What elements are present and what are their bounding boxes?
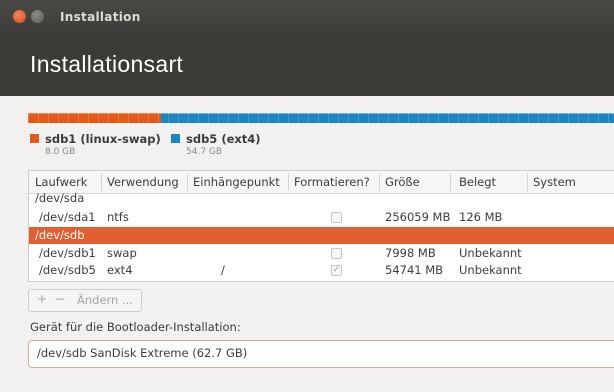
cell-use: ntfs bbox=[107, 210, 129, 224]
cell-device: /dev/sdb bbox=[35, 228, 85, 242]
table-row-selected[interactable]: /dev/sdb bbox=[29, 227, 614, 244]
column-divider bbox=[379, 173, 380, 191]
cell-used: 126 MB bbox=[459, 210, 503, 224]
column-header-einhaengepunkt[interactable]: Einhängepunkt bbox=[193, 175, 280, 189]
column-divider bbox=[288, 173, 289, 191]
column-header-formatieren[interactable]: Formatieren? bbox=[294, 175, 370, 189]
main-content: sdb1 (linux-swap) 8.0 GB sdb5 (ext4) 54.… bbox=[0, 96, 614, 392]
format-checkbox[interactable] bbox=[331, 212, 342, 223]
column-divider bbox=[450, 173, 451, 191]
column-header-groesse[interactable]: Größe bbox=[385, 175, 420, 189]
legend-size: 54.7 GB bbox=[186, 147, 223, 157]
column-header-verwendung[interactable]: Verwendung bbox=[107, 175, 179, 189]
column-divider bbox=[101, 173, 102, 191]
remove-partition-button[interactable]: − bbox=[55, 292, 65, 306]
cell-device: /dev/sdb5 bbox=[39, 263, 96, 277]
cell-use: ext4 bbox=[107, 263, 133, 277]
cell-device: /dev/sdb1 bbox=[39, 246, 96, 260]
partition-toolbar: + − Ändern ... bbox=[28, 289, 142, 312]
column-divider bbox=[187, 173, 188, 191]
cell-device: /dev/sda1 bbox=[39, 210, 96, 224]
bootloader-label: Gerät für die Bootloader-Installation: bbox=[30, 320, 241, 334]
partition-table[interactable]: Laufwerk Verwendung Einhängepunkt Format… bbox=[28, 170, 614, 282]
cell-size: 7998 MB bbox=[385, 246, 436, 260]
table-row[interactable]: /dev/sda1 ntfs 256059 MB 126 MB bbox=[29, 209, 614, 226]
partition-usage-bar bbox=[28, 113, 614, 123]
legend-name: sdb5 (ext4) bbox=[186, 132, 261, 146]
format-checkbox[interactable] bbox=[331, 248, 342, 259]
ext4-color-swatch bbox=[171, 134, 180, 143]
column-header-laufwerk[interactable]: Laufwerk bbox=[35, 175, 87, 189]
partition-bar-ext4-segment bbox=[161, 113, 614, 123]
cell-use: swap bbox=[107, 246, 137, 260]
title-bar: Installation bbox=[0, 0, 614, 38]
page-title: Installationsart bbox=[30, 51, 184, 77]
column-header-system[interactable]: System bbox=[533, 175, 576, 189]
cell-size: 256059 MB bbox=[385, 210, 451, 224]
bootloader-device-select[interactable]: /dev/sdb SanDisk Extreme (62.7 GB) bbox=[28, 340, 614, 368]
cell-mount: / bbox=[221, 263, 225, 277]
swap-color-swatch bbox=[30, 134, 39, 143]
table-row[interactable]: /dev/sdb5 ext4 / ✓ 54741 MB Unbekannt bbox=[29, 262, 614, 279]
partition-bar-swap-segment bbox=[28, 113, 161, 123]
cell-used: Unbekannt bbox=[459, 263, 522, 277]
add-partition-button[interactable]: + bbox=[37, 292, 47, 306]
minimize-window-button[interactable] bbox=[31, 10, 44, 23]
legend-size: 8.0 GB bbox=[45, 147, 76, 157]
cell-size: 54741 MB bbox=[385, 263, 444, 277]
window-title: Installation bbox=[60, 10, 141, 24]
bootloader-device-value: /dev/sdb SanDisk Extreme (62.7 GB) bbox=[37, 346, 248, 360]
close-window-button[interactable] bbox=[13, 10, 26, 23]
page-header: Installationsart bbox=[0, 38, 614, 96]
table-row[interactable]: /dev/sda bbox=[29, 191, 614, 208]
column-divider bbox=[527, 173, 528, 191]
cell-device: /dev/sda bbox=[35, 191, 85, 205]
cell-used: Unbekannt bbox=[459, 246, 522, 260]
table-row[interactable]: /dev/sdb1 swap 7998 MB Unbekannt bbox=[29, 245, 614, 262]
format-checkbox-checked[interactable]: ✓ bbox=[331, 265, 342, 276]
column-header-belegt[interactable]: Belegt bbox=[459, 175, 496, 189]
change-partition-button[interactable]: Ändern ... bbox=[77, 293, 133, 307]
legend-name: sdb1 (linux-swap) bbox=[45, 132, 161, 146]
